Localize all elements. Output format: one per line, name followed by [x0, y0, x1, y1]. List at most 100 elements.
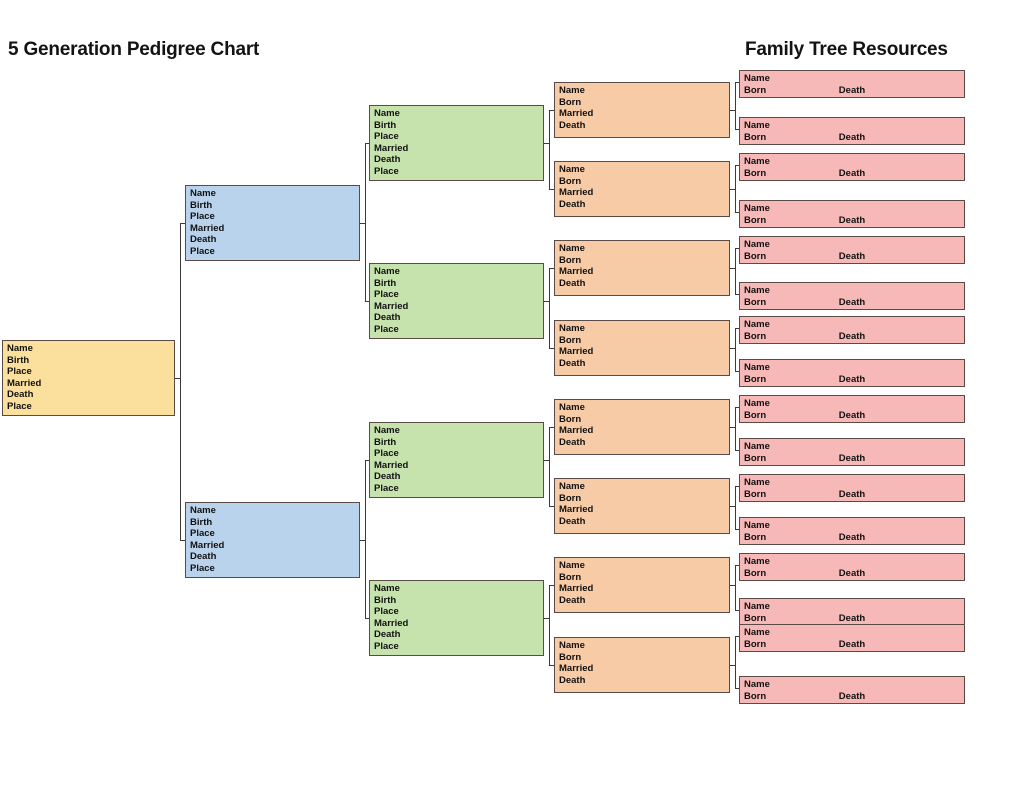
pedigree-card-g4-1[interactable]: Name Born Married Death: [554, 82, 730, 138]
g2-2-field-name: Name: [190, 505, 216, 516]
conn-g1-g2-spine: [180, 223, 182, 540]
g5-16-row-born-death: Born Death: [744, 691, 964, 703]
g5-13-field-death: Death: [838, 567, 866, 579]
g4-6-field-death: Death: [559, 515, 586, 527]
g5-7-row-born-death: Born Death: [744, 331, 964, 343]
pedigree-card-g5-1[interactable]: Name Born Death: [739, 70, 965, 98]
g1-1-field-death: Death: [7, 389, 34, 400]
g3-2-field-birth: Birth: [374, 277, 397, 289]
g3-3-field-place: Place: [374, 448, 399, 459]
pedigree-card-g4-2[interactable]: Name Born Married Death: [554, 161, 730, 217]
pedigree-card-g5-12[interactable]: Name Born Death: [739, 517, 965, 545]
page-title-right: Family Tree Resources: [745, 39, 948, 60]
g5-4-field-name: Name: [744, 203, 770, 214]
conn-g4-3-g5-spine: [735, 248, 737, 294]
g5-11-row-born-death: Born Death: [744, 489, 964, 501]
g3-4-field-birth: Birth: [374, 594, 397, 606]
pedigree-card-g5-11[interactable]: Name Born Death: [739, 474, 965, 502]
pedigree-card-g4-7[interactable]: Name Born Married Death: [554, 557, 730, 613]
g5-15-row-born-death: Born Death: [744, 639, 964, 651]
g4-4-field-death: Death: [559, 357, 586, 369]
pedigree-card-g3-2[interactable]: Name Birth Place Married Death Place: [369, 263, 544, 339]
g4-8-field-born: Born: [559, 651, 582, 663]
pedigree-card-g5-16[interactable]: Name Born Death: [739, 676, 965, 704]
pedigree-card-g5-9[interactable]: Name Born Death: [739, 395, 965, 423]
pedigree-card-g5-3[interactable]: Name Born Death: [739, 153, 965, 181]
g1-1-field-married: Married: [7, 377, 42, 389]
pedigree-card-g2-2[interactable]: Name Birth Place Married Death Place: [185, 502, 360, 578]
g2-2-field-birth: Birth: [190, 516, 213, 528]
g5-9-field-death: Death: [838, 409, 866, 421]
g2-1-field-place: Place: [190, 245, 215, 257]
g5-2-field-death: Death: [838, 131, 866, 143]
g3-3-field-married: Married: [374, 459, 409, 471]
g4-8-field-death: Death: [559, 674, 586, 686]
g4-6-field-married: Married: [559, 504, 594, 515]
g5-11-field-name: Name: [744, 477, 770, 488]
g2-2-field-place: Place: [190, 562, 215, 574]
g4-3-field-name: Name: [559, 243, 585, 254]
pedigree-card-g3-3[interactable]: Name Birth Place Married Death Place: [369, 422, 544, 498]
pedigree-card-g4-6[interactable]: Name Born Married Death: [554, 478, 730, 534]
conn-g4-2-g5-spine: [735, 165, 737, 212]
g4-5-field-death: Death: [559, 436, 586, 448]
g4-2-field-married: Married: [559, 187, 594, 198]
pedigree-card-g5-7[interactable]: Name Born Death: [739, 316, 965, 344]
pedigree-card-g5-13[interactable]: Name Born Death: [739, 553, 965, 581]
pedigree-card-g5-2[interactable]: Name Born Death: [739, 117, 965, 145]
g3-1-field-place: Place: [374, 131, 399, 142]
pedigree-card-g3-1[interactable]: Name Birth Place Married Death Place: [369, 105, 544, 181]
conn-g2-2-g3-spine: [365, 460, 367, 618]
pedigree-card-g5-5[interactable]: Name Born Death: [739, 236, 965, 264]
g5-8-row-born-death: Born Death: [744, 374, 964, 386]
g4-3-field-married: Married: [559, 266, 594, 277]
g2-1-field-married: Married: [190, 222, 225, 234]
g5-14-field-death: Death: [838, 612, 866, 624]
g4-3-field-born: Born: [559, 254, 582, 266]
g2-1-field-death: Death: [190, 234, 217, 245]
g3-2-field-death: Death: [374, 312, 401, 323]
g4-1-field-death: Death: [559, 119, 586, 131]
pedigree-card-g5-14[interactable]: Name Born Death: [739, 598, 965, 626]
g5-14-row-born-death: Born Death: [744, 613, 964, 625]
pedigree-card-g4-5[interactable]: Name Born Married Death: [554, 399, 730, 455]
g3-2-field-name: Name: [374, 266, 400, 277]
g4-5-field-born: Born: [559, 413, 582, 425]
conn-g4-5-g5-spine: [735, 407, 737, 450]
pedigree-card-g1-1[interactable]: Name Birth Place Married Death Place: [2, 340, 175, 416]
g3-2-field-place: Place: [374, 289, 399, 300]
pedigree-card-g5-8[interactable]: Name Born Death: [739, 359, 965, 387]
pedigree-card-g3-4[interactable]: Name Birth Place Married Death Place: [369, 580, 544, 656]
g2-2-field-place: Place: [190, 528, 215, 539]
g5-3-field-name: Name: [744, 156, 770, 167]
g4-1-field-name: Name: [559, 85, 585, 96]
g5-7-field-name: Name: [744, 319, 770, 330]
pedigree-card-g5-4[interactable]: Name Born Death: [739, 200, 965, 228]
g5-13-row-born-death: Born Death: [744, 568, 964, 580]
g3-4-field-married: Married: [374, 617, 409, 629]
pedigree-card-g4-3[interactable]: Name Born Married Death: [554, 240, 730, 296]
g4-5-field-married: Married: [559, 425, 594, 436]
g4-2-field-born: Born: [559, 175, 582, 187]
g4-7-field-death: Death: [559, 594, 586, 606]
g5-10-row-born-death: Born Death: [744, 453, 964, 465]
pedigree-card-g5-15[interactable]: Name Born Death: [739, 624, 965, 652]
conn-g4-8-g5-spine: [735, 636, 737, 688]
pedigree-card-g4-4[interactable]: Name Born Married Death: [554, 320, 730, 376]
conn-g3-2-g4-spine: [549, 268, 551, 348]
g2-1-field-place: Place: [190, 211, 215, 222]
page-title-left: 5 Generation Pedigree Chart: [8, 39, 260, 60]
g4-7-field-name: Name: [559, 560, 585, 571]
pedigree-card-g5-6[interactable]: Name Born Death: [739, 282, 965, 310]
pedigree-card-g5-10[interactable]: Name Born Death: [739, 438, 965, 466]
g1-1-field-place: Place: [7, 366, 32, 377]
pedigree-card-g2-1[interactable]: Name Birth Place Married Death Place: [185, 185, 360, 261]
g4-7-field-born: Born: [559, 571, 582, 583]
conn-g4-7-g5-spine: [735, 565, 737, 610]
pedigree-card-g4-8[interactable]: Name Born Married Death: [554, 637, 730, 693]
g5-2-field-name: Name: [744, 120, 770, 131]
g3-3-field-death: Death: [374, 471, 401, 482]
g5-13-field-name: Name: [744, 556, 770, 567]
g5-12-row-born-death: Born Death: [744, 532, 964, 544]
g5-10-field-death: Death: [838, 452, 866, 464]
